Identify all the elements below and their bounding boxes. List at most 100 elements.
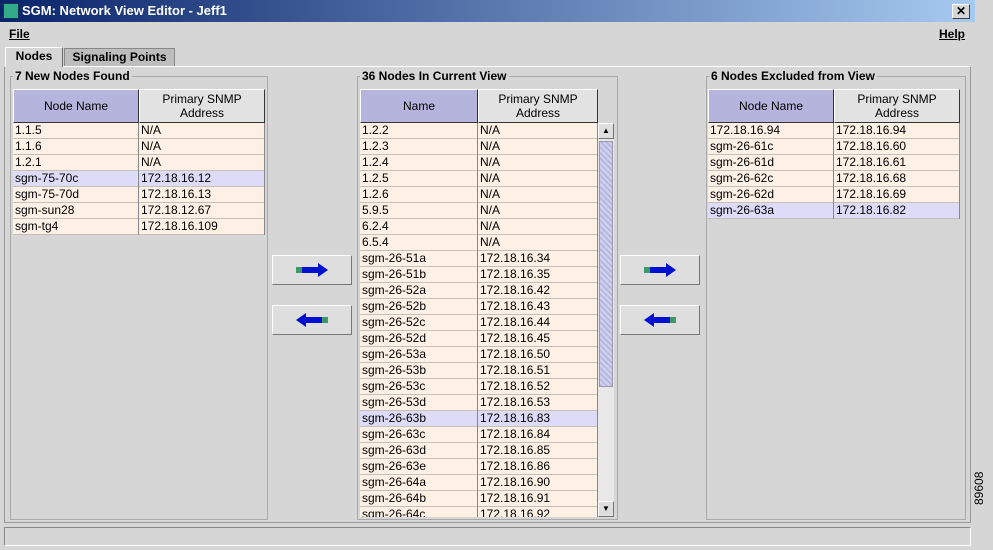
current-view-group: 36 Nodes In Current View Name Primary SNM…: [357, 69, 618, 520]
table-row[interactable]: sgm-26-51b 172.18.16.35: [360, 267, 598, 283]
node-name-cell: 1.2.4: [360, 155, 478, 171]
remove-from-view-button[interactable]: [272, 305, 352, 335]
node-name-cell: sgm-26-63c: [360, 427, 478, 443]
table-row[interactable]: 1.2.3 N/A: [360, 139, 598, 155]
excluded-column-header[interactable]: Primary SNMP Address: [834, 89, 960, 123]
table-row[interactable]: 6.5.4 N/A: [360, 235, 598, 251]
snmp-address-cell: 172.18.16.69: [834, 187, 960, 203]
table-row[interactable]: sgm-75-70c 172.18.16.12: [13, 171, 265, 187]
table-row[interactable]: 1.2.5 N/A: [360, 171, 598, 187]
table-row[interactable]: 1.1.5 N/A: [13, 123, 265, 139]
node-name-cell: sgm-26-53b: [360, 363, 478, 379]
current-view-table: Name Primary SNMP Address 1.2.2 N/A 1.2.3 N/A…: [360, 89, 598, 517]
table-row[interactable]: sgm-26-63c 172.18.16.84: [360, 427, 598, 443]
exclude-button[interactable]: [620, 255, 700, 285]
current-view-column-header[interactable]: Primary SNMP Address: [478, 89, 598, 123]
node-name-cell: 1.1.6: [13, 139, 139, 155]
node-name-cell: sgm-26-62d: [708, 187, 834, 203]
table-row[interactable]: sgm-tg4 172.18.16.109: [13, 219, 265, 235]
table-row[interactable]: sgm-26-53c 172.18.16.52: [360, 379, 598, 395]
node-name-cell: sgm-sun28: [13, 203, 139, 219]
close-button[interactable]: ✕: [952, 4, 970, 19]
new-nodes-title: 7 New Nodes Found: [13, 69, 132, 83]
current-view-title: 36 Nodes In Current View: [360, 69, 509, 83]
table-row[interactable]: 1.2.6 N/A: [360, 187, 598, 203]
table-row[interactable]: sgm-26-63e 172.18.16.86: [360, 459, 598, 475]
add-to-view-button[interactable]: [272, 255, 352, 285]
table-row[interactable]: sgm-26-53b 172.18.16.51: [360, 363, 598, 379]
table-row[interactable]: 6.2.4 N/A: [360, 219, 598, 235]
snmp-address-cell: 172.18.16.52: [478, 379, 598, 395]
scroll-up-icon[interactable]: ▲: [598, 123, 614, 139]
table-row[interactable]: sgm-26-62c 172.18.16.68: [708, 171, 960, 187]
menu-help[interactable]: Help: [939, 27, 965, 41]
snmp-address-cell: 172.18.16.45: [478, 331, 598, 347]
table-row[interactable]: 1.2.1 N/A: [13, 155, 265, 171]
node-name-cell: 6.2.4: [360, 219, 478, 235]
table-row[interactable]: sgm-26-52a 172.18.16.42: [360, 283, 598, 299]
arrow-right-icon: [296, 263, 328, 277]
snmp-address-cell: 172.18.16.51: [478, 363, 598, 379]
table-row[interactable]: sgm-26-63a 172.18.16.82: [708, 203, 960, 219]
menu-file[interactable]: File: [9, 27, 30, 41]
node-name-cell: sgm-26-63a: [708, 203, 834, 219]
node-name-cell: sgm-26-52d: [360, 331, 478, 347]
node-name-cell: sgm-26-61d: [708, 155, 834, 171]
arrow-left-icon: [296, 313, 328, 327]
table-row[interactable]: sgm-26-51a 172.18.16.34: [360, 251, 598, 267]
table-row[interactable]: sgm-26-61d 172.18.16.61: [708, 155, 960, 171]
snmp-address-cell: 172.18.16.109: [139, 219, 265, 235]
snmp-address-cell: 172.18.16.85: [478, 443, 598, 459]
new-nodes-column-header[interactable]: Primary SNMP Address: [139, 89, 265, 123]
snmp-address-cell: 172.18.16.35: [478, 267, 598, 283]
snmp-address-cell: 172.18.16.42: [478, 283, 598, 299]
node-name-cell: sgm-26-52a: [360, 283, 478, 299]
snmp-address-cell: 172.18.16.44: [478, 315, 598, 331]
table-row[interactable]: sgm-26-61c 172.18.16.60: [708, 139, 960, 155]
scroll-thumb[interactable]: [599, 141, 613, 387]
node-name-cell: sgm-26-51a: [360, 251, 478, 267]
title-bar: SGM: Network View Editor - Jeff1 ✕: [0, 0, 975, 22]
table-row[interactable]: sgm-26-52b 172.18.16.43: [360, 299, 598, 315]
snmp-address-cell: N/A: [478, 123, 598, 139]
excluded-column-header[interactable]: Node Name: [708, 89, 834, 123]
snmp-address-cell: N/A: [478, 171, 598, 187]
new-nodes-table: Node Name Primary SNMP Address 1.1.5 N/A 1.1…: [13, 89, 265, 517]
table-row[interactable]: sgm-sun28 172.18.12.67: [13, 203, 265, 219]
tab-signaling-points[interactable]: Signaling Points: [64, 48, 175, 67]
include-button[interactable]: [620, 305, 700, 335]
window-title: SGM: Network View Editor - Jeff1: [22, 3, 227, 18]
table-row[interactable]: 1.2.2 N/A: [360, 123, 598, 139]
table-row[interactable]: 5.9.5 N/A: [360, 203, 598, 219]
table-row[interactable]: 172.18.16.94 172.18.16.94: [708, 123, 960, 139]
table-row[interactable]: sgm-26-53a 172.18.16.50: [360, 347, 598, 363]
scroll-down-icon[interactable]: ▼: [598, 501, 614, 517]
table-row[interactable]: sgm-26-52c 172.18.16.44: [360, 315, 598, 331]
node-name-cell: sgm-26-53d: [360, 395, 478, 411]
table-row[interactable]: sgm-26-63d 172.18.16.85: [360, 443, 598, 459]
node-name-cell: sgm-26-61c: [708, 139, 834, 155]
table-row[interactable]: 1.1.6 N/A: [13, 139, 265, 155]
table-row[interactable]: sgm-26-64c 172.18.16.92: [360, 507, 598, 517]
table-row[interactable]: sgm-75-70d 172.18.16.13: [13, 187, 265, 203]
table-row[interactable]: sgm-26-64a 172.18.16.90: [360, 475, 598, 491]
scrollbar[interactable]: ▲ ▼: [598, 123, 614, 517]
current-view-column-header[interactable]: Name: [360, 89, 478, 123]
snmp-address-cell: 172.18.16.60: [834, 139, 960, 155]
snmp-address-cell: N/A: [139, 123, 265, 139]
table-row[interactable]: sgm-26-62d 172.18.16.69: [708, 187, 960, 203]
table-row[interactable]: sgm-26-52d 172.18.16.45: [360, 331, 598, 347]
node-name-cell: 1.2.2: [360, 123, 478, 139]
tab-nodes[interactable]: Nodes: [5, 47, 63, 67]
figure-number: 89608: [972, 471, 986, 505]
node-name-cell: 6.5.4: [360, 235, 478, 251]
node-name-cell: sgm-75-70d: [13, 187, 139, 203]
snmp-address-cell: 172.18.16.82: [834, 203, 960, 219]
snmp-address-cell: N/A: [478, 219, 598, 235]
table-row[interactable]: sgm-26-53d 172.18.16.53: [360, 395, 598, 411]
new-nodes-column-header[interactable]: Node Name: [13, 89, 139, 123]
table-row[interactable]: sgm-26-63b 172.18.16.83: [360, 411, 598, 427]
snmp-address-cell: N/A: [139, 139, 265, 155]
table-row[interactable]: 1.2.4 N/A: [360, 155, 598, 171]
table-row[interactable]: sgm-26-64b 172.18.16.91: [360, 491, 598, 507]
